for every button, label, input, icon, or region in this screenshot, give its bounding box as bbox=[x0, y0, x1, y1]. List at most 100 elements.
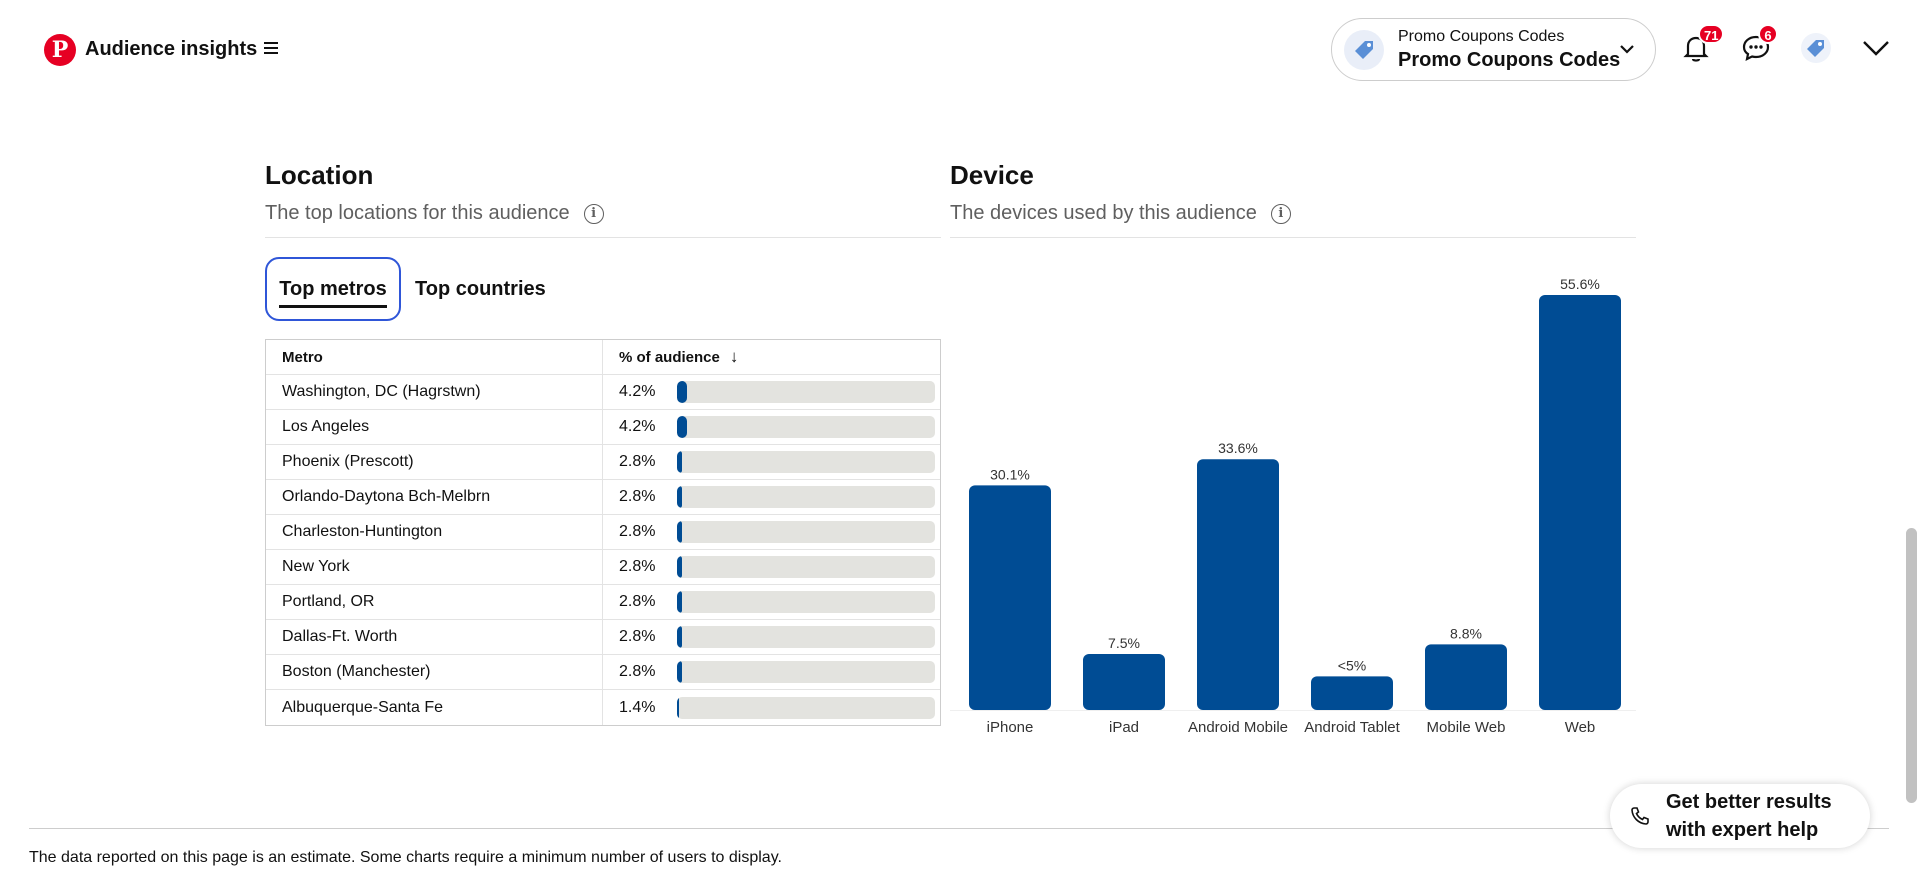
device-bar[interactable] bbox=[969, 485, 1051, 710]
percent-bar-track bbox=[677, 486, 935, 508]
metro-cell: Washington, DC (Hagrstwn) bbox=[266, 375, 603, 409]
percent-bar-fill bbox=[677, 591, 682, 613]
percent-bar-track bbox=[677, 451, 935, 473]
metro-cell: Phoenix (Prescott) bbox=[266, 445, 603, 479]
percent-value: 2.8% bbox=[619, 453, 656, 470]
table-row: Albuquerque-Santa Fe 1.4% bbox=[266, 690, 940, 725]
chevron-down-icon bbox=[1620, 45, 1634, 54]
percent-bar-track bbox=[677, 626, 935, 648]
percent-bar-fill bbox=[677, 451, 682, 473]
metro-cell: Orlando-Daytona Bch-Melbrn bbox=[266, 480, 603, 514]
percent-cell: 1.4% bbox=[603, 690, 940, 725]
expert-help-button[interactable]: Get better results with expert help bbox=[1610, 784, 1870, 848]
table-row: Washington, DC (Hagrstwn) 4.2% bbox=[266, 375, 940, 410]
metro-cell: Dallas-Ft. Worth bbox=[266, 620, 603, 654]
table-row: Orlando-Daytona Bch-Melbrn 2.8% bbox=[266, 480, 940, 515]
percent-bar-track bbox=[677, 381, 935, 403]
category-label: iPhone bbox=[987, 719, 1034, 736]
profile-avatar-icon bbox=[1801, 33, 1831, 63]
metro-cell: New York bbox=[266, 550, 603, 584]
footer-divider bbox=[29, 828, 1889, 829]
notifications-button[interactable]: 71 bbox=[1676, 24, 1725, 68]
hamburger-menu-icon[interactable] bbox=[264, 42, 278, 54]
notifications-badge: 71 bbox=[1698, 24, 1725, 44]
device-bar[interactable] bbox=[1539, 295, 1621, 710]
table-body: Washington, DC (Hagrstwn) 4.2% Los Angeles… bbox=[266, 375, 940, 725]
scrollbar-thumb[interactable] bbox=[1906, 528, 1917, 803]
tab-label: Top countries bbox=[415, 277, 546, 300]
metro-cell: Boston (Manchester) bbox=[266, 655, 603, 689]
percent-bar-fill bbox=[677, 626, 682, 648]
account-switcher[interactable]: Promo Coupons Codes Promo Coupons Codes bbox=[1331, 18, 1656, 81]
percent-cell: 4.2% bbox=[603, 410, 940, 444]
percent-cell: 2.8% bbox=[603, 515, 940, 549]
bar-value-label: 30.1% bbox=[990, 466, 1030, 482]
percent-cell: 4.2% bbox=[603, 375, 940, 409]
profile-button[interactable] bbox=[1796, 28, 1836, 68]
device-bar[interactable] bbox=[1425, 644, 1507, 710]
percent-cell: 2.8% bbox=[603, 655, 940, 689]
account-name: Promo Coupons Codes bbox=[1398, 48, 1621, 71]
expert-help-label: Get better results with expert help bbox=[1666, 791, 1832, 841]
percent-value: 2.8% bbox=[619, 663, 656, 680]
location-subtitle: The top locations for this audience i bbox=[265, 202, 604, 225]
table-row: New York 2.8% bbox=[266, 550, 940, 585]
pinterest-logo[interactable]: P bbox=[44, 34, 76, 66]
table-row: Los Angeles 4.2% bbox=[266, 410, 940, 445]
location-title: Location bbox=[265, 160, 374, 190]
device-bar[interactable] bbox=[1083, 654, 1165, 710]
table-row: Phoenix (Prescott) 2.8% bbox=[266, 445, 940, 480]
percent-bar-fill bbox=[677, 661, 682, 683]
messages-button[interactable]: 6 bbox=[1736, 24, 1778, 68]
percent-bar-fill bbox=[677, 521, 682, 543]
metro-cell: Los Angeles bbox=[266, 410, 603, 444]
device-bar-chart: 30.1% iPhone 7.5% iPad 33.6% Android Mobile <5… bbox=[950, 270, 1636, 740]
metro-table: Metro % of audience ↓ Washington, DC (Ha… bbox=[265, 339, 941, 726]
percent-bar-fill bbox=[677, 696, 679, 719]
percent-value: 4.2% bbox=[619, 418, 656, 435]
footer-disclaimer: The data reported on this page is an est… bbox=[29, 849, 782, 866]
tab-label: Top metros bbox=[279, 278, 387, 308]
bar-value-label: 8.8% bbox=[1450, 625, 1482, 641]
percent-value: 2.8% bbox=[619, 558, 656, 575]
device-subtitle-text: The devices used by this audience bbox=[950, 202, 1257, 224]
percent-value: 2.8% bbox=[619, 628, 656, 645]
header-metro: Metro bbox=[266, 340, 603, 374]
account-menu-button[interactable] bbox=[1856, 28, 1896, 68]
location-subtitle-text: The top locations for this audience bbox=[265, 202, 570, 224]
bar-value-label: 7.5% bbox=[1108, 635, 1140, 651]
percent-value: 2.8% bbox=[619, 523, 656, 540]
sort-arrow-down-icon[interactable]: ↓ bbox=[730, 347, 739, 367]
info-icon[interactable]: i bbox=[583, 203, 604, 224]
metro-cell: Portland, OR bbox=[266, 585, 603, 619]
percent-cell: 2.8% bbox=[603, 480, 940, 514]
category-label: Android Tablet bbox=[1304, 719, 1400, 736]
location-divider bbox=[265, 237, 941, 238]
category-label: Web bbox=[1565, 719, 1596, 736]
percent-value: 4.2% bbox=[619, 383, 656, 400]
percent-bar-fill bbox=[677, 486, 682, 508]
messages-badge: 6 bbox=[1758, 24, 1778, 44]
account-avatar bbox=[1344, 29, 1384, 70]
header-percent[interactable]: % of audience ↓ bbox=[603, 340, 940, 374]
device-divider bbox=[950, 237, 1636, 238]
device-title: Device bbox=[950, 160, 1034, 190]
percent-bar-track bbox=[677, 591, 935, 613]
percent-value: 2.8% bbox=[619, 593, 656, 610]
device-bar[interactable] bbox=[1197, 459, 1279, 710]
percent-bar-fill bbox=[677, 556, 682, 578]
info-icon[interactable]: i bbox=[1270, 203, 1291, 224]
table-row: Portland, OR 2.8% bbox=[266, 585, 940, 620]
bar-value-label: 33.6% bbox=[1218, 440, 1258, 456]
header-percent-label: % of audience bbox=[619, 348, 720, 366]
category-label: Android Mobile bbox=[1188, 719, 1288, 736]
percent-bar-fill bbox=[677, 381, 687, 403]
metro-cell: Albuquerque-Santa Fe bbox=[266, 690, 603, 725]
tab-top-countries[interactable]: Top countries bbox=[415, 257, 546, 321]
device-chart-svg: 30.1% iPhone 7.5% iPad 33.6% Android Mobile <5… bbox=[950, 276, 1636, 736]
percent-bar-track bbox=[677, 661, 935, 683]
tab-top-metros[interactable]: Top metros bbox=[265, 257, 401, 321]
device-bar[interactable] bbox=[1311, 676, 1393, 710]
table-row: Dallas-Ft. Worth 2.8% bbox=[266, 620, 940, 655]
table-row: Boston (Manchester) 2.8% bbox=[266, 655, 940, 690]
